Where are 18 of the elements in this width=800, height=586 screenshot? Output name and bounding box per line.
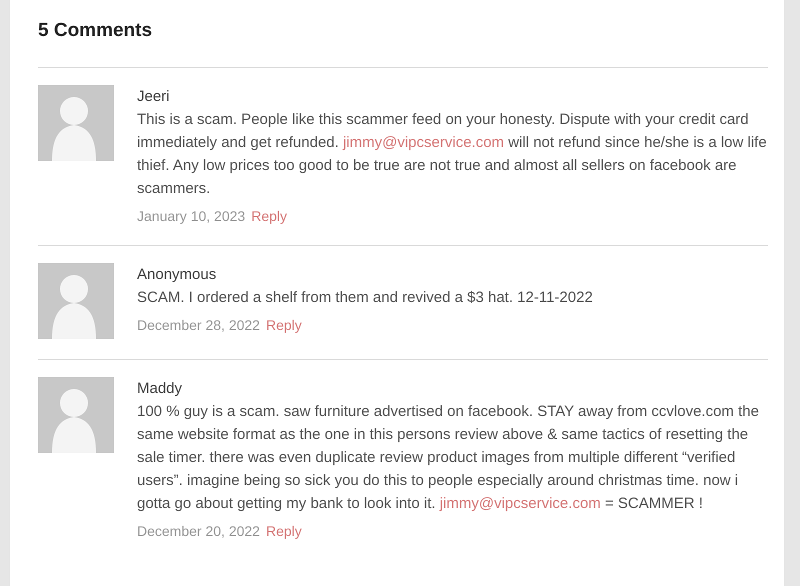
reply-link[interactable]: Reply	[266, 522, 302, 540]
email-link[interactable]: jimmy@vipcservice.com	[342, 134, 504, 151]
comment-date: December 20, 2022	[137, 522, 260, 540]
avatar-icon	[38, 85, 114, 161]
comment-author: Jeeri	[137, 87, 170, 107]
comment-date: December 28, 2022	[137, 316, 260, 334]
comment-date: January 10, 2023	[137, 207, 246, 225]
comment-text: 100 % guy is a scam. saw furniture advertised on facebook. STAY away from ccvlove.com the same website format as the one in this persons review above & same tactics of resetting the sale timer. there was even duplicate review product images from multiple different “verified users”. imagine being so sick you do this to people especially around christmas time. now i gotta go about getting my bank to look into it. jimmy@vipcservice.com = SCAMMER !	[137, 402, 760, 514]
comment-text: SCAM. I ordered a shelf from them and revived a $3 hat. 12-11-2022	[137, 288, 594, 308]
avatar-icon	[38, 263, 114, 339]
comment-author: Maddy	[137, 379, 182, 399]
comment-text: This is a scam. People like this scammer feed on your honesty. Dispute with your credit card immediately and get refunded. jimmy@vipcservice.com will not refund since he/she is a low life thief. Any low prices too good to be true are not true and almost all sellers on facebook are scammers.	[137, 110, 768, 199]
comment-author: Anonymous	[137, 265, 216, 285]
comments-heading: 5 Comments	[38, 19, 154, 43]
avatar-icon	[38, 377, 114, 453]
email-link[interactable]: jimmy@vipcservice.com	[440, 495, 601, 512]
reply-link[interactable]: Reply	[266, 316, 302, 334]
reply-link[interactable]: Reply	[251, 207, 287, 225]
